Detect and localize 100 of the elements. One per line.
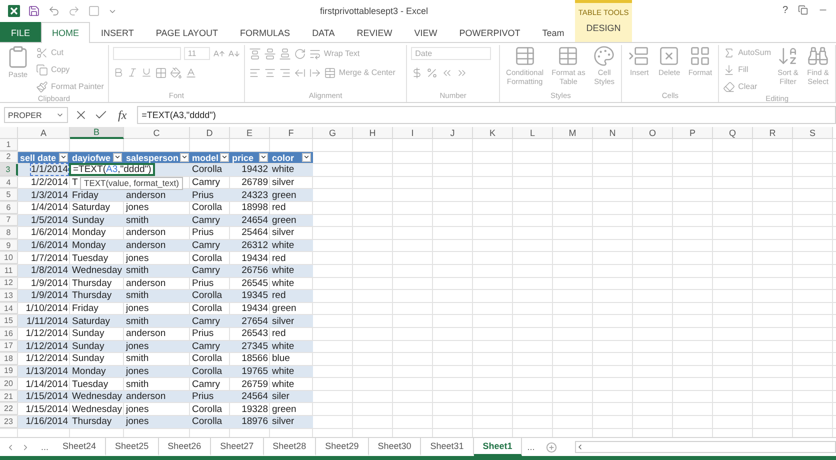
table-cell: Saturday bbox=[72, 316, 110, 327]
column-header[interactable]: R bbox=[753, 127, 793, 139]
column-header[interactable]: S bbox=[793, 127, 833, 139]
column-header[interactable]: G bbox=[313, 127, 353, 139]
row-header[interactable]: 14 bbox=[0, 302, 18, 314]
row-header[interactable]: 19 bbox=[0, 366, 18, 378]
table-cell: jones bbox=[126, 202, 149, 214]
ribbon-display-icon[interactable] bbox=[798, 5, 808, 15]
redo-icon[interactable] bbox=[68, 5, 80, 17]
filter-button[interactable] bbox=[302, 152, 311, 162]
column-header[interactable]: P bbox=[673, 127, 713, 139]
filter-button[interactable] bbox=[113, 152, 122, 162]
save-icon[interactable] bbox=[28, 5, 40, 17]
row-header[interactable]: 22 bbox=[0, 403, 18, 416]
table-cell: 24654 bbox=[242, 214, 268, 226]
column-header[interactable]: K bbox=[473, 127, 513, 139]
table-cell: Wednesday bbox=[72, 391, 122, 402]
filter-button[interactable] bbox=[259, 152, 268, 162]
row-header[interactable]: 12 bbox=[0, 278, 18, 290]
column-header[interactable]: A bbox=[18, 127, 70, 139]
row-header[interactable]: 11 bbox=[0, 264, 18, 277]
ribbon-tab[interactable]: Team bbox=[531, 22, 576, 42]
ribbon-tab[interactable]: DATA bbox=[301, 22, 346, 42]
table-cell: smith bbox=[126, 353, 149, 364]
help-button[interactable]: ? bbox=[782, 5, 788, 16]
column-header[interactable]: L bbox=[513, 127, 553, 139]
row-header[interactable]: 3 bbox=[0, 164, 18, 176]
row-header[interactable]: 7 bbox=[0, 214, 18, 226]
table-cell: 1/14/2014 bbox=[26, 378, 68, 390]
ribbon-tab[interactable]: FORMULAS bbox=[229, 22, 302, 42]
ribbon-tab[interactable]: HOME bbox=[41, 22, 90, 43]
column-header[interactable]: D bbox=[190, 127, 230, 139]
undo-icon[interactable] bbox=[48, 5, 60, 17]
select-all-button[interactable] bbox=[0, 127, 18, 139]
table-cell: anderson bbox=[126, 328, 166, 340]
row-header[interactable]: 5 bbox=[0, 189, 18, 201]
row-header[interactable]: 8 bbox=[0, 227, 18, 239]
table-cell: 27345 bbox=[242, 340, 268, 352]
ribbon-tab[interactable]: PAGE LAYOUT bbox=[144, 22, 230, 42]
row-header[interactable]: 18 bbox=[0, 353, 18, 365]
cancel-button[interactable] bbox=[74, 108, 88, 122]
filter-button[interactable] bbox=[180, 152, 189, 162]
row-header[interactable]: 23 bbox=[0, 416, 18, 428]
table-cell: 26756 bbox=[242, 265, 268, 276]
filter-button[interactable] bbox=[59, 152, 68, 162]
column-header[interactable]: E bbox=[230, 127, 270, 139]
column-header[interactable]: J bbox=[433, 127, 473, 139]
column-header[interactable]: M bbox=[553, 127, 593, 139]
row-header[interactable]: 2 bbox=[0, 152, 18, 164]
filter-button[interactable] bbox=[220, 152, 229, 162]
table-cell: jones bbox=[126, 303, 149, 314]
ribbon-tab[interactable]: DESIGN bbox=[575, 22, 632, 33]
row-header[interactable]: 21 bbox=[0, 390, 18, 402]
column-header[interactable]: C bbox=[124, 127, 190, 139]
ribbon-tab[interactable]: VIEW bbox=[403, 22, 448, 42]
row-header[interactable]: 4 bbox=[0, 176, 18, 188]
more-sheets-button[interactable]: ... bbox=[36, 438, 54, 456]
cell-editor[interactable]: =TEXT(A3,"dddd") bbox=[69, 163, 156, 176]
table-cell: smith bbox=[126, 214, 149, 226]
row-header[interactable]: 15 bbox=[0, 315, 18, 327]
ribbon-tab[interactable]: REVIEW bbox=[346, 22, 404, 42]
table-cell: green bbox=[272, 214, 296, 226]
column-header[interactable]: N bbox=[593, 127, 633, 139]
scroll-right-icon[interactable] bbox=[21, 442, 30, 452]
column-header[interactable]: I bbox=[393, 127, 433, 139]
row-header[interactable]: 13 bbox=[0, 290, 18, 302]
horizontal-scrollbar[interactable] bbox=[574, 441, 836, 453]
column-header[interactable]: H bbox=[353, 127, 393, 139]
insert-function-button[interactable]: fx bbox=[114, 108, 131, 122]
binoculars-icon bbox=[807, 45, 829, 67]
more-sheets-button[interactable]: ... bbox=[522, 438, 540, 456]
name-box[interactable]: PROPER bbox=[4, 107, 68, 123]
table-cell: white bbox=[272, 340, 294, 352]
table-cell: 19432 bbox=[242, 164, 268, 176]
add-sheet-icon[interactable] bbox=[546, 442, 557, 452]
row-header[interactable]: 9 bbox=[0, 240, 18, 252]
row-header[interactable]: 10 bbox=[0, 252, 18, 264]
table-cell: 1/6/2014 bbox=[31, 240, 68, 252]
file-tab[interactable]: FILE bbox=[0, 22, 42, 42]
table-cell: 1/8/2014 bbox=[31, 265, 68, 276]
formula-field[interactable]: =TEXT(A3,"dddd") bbox=[136, 106, 836, 124]
column-header[interactable]: F bbox=[270, 127, 313, 139]
table-cell: Camry bbox=[192, 177, 220, 188]
row-header[interactable]: 16 bbox=[0, 328, 18, 340]
scroll-left-icon[interactable] bbox=[6, 442, 15, 452]
column-header[interactable]: O bbox=[633, 127, 673, 139]
row-header[interactable]: 6 bbox=[0, 202, 18, 214]
caret-icon bbox=[56, 111, 64, 119]
row-header[interactable]: 17 bbox=[0, 340, 18, 352]
ribbon-tab[interactable]: POWERPIVOT bbox=[448, 22, 532, 42]
paint-bucket-icon bbox=[170, 66, 182, 78]
table-cell: Wednesday bbox=[72, 404, 122, 415]
row-header[interactable]: 20 bbox=[0, 378, 18, 390]
column-header[interactable]: B bbox=[70, 127, 124, 139]
table-cell: T bbox=[72, 177, 78, 188]
column-header[interactable]: Q bbox=[713, 127, 753, 139]
sheet-tab[interactable]: Sheet1 bbox=[474, 438, 522, 456]
table-cell: siler bbox=[272, 391, 290, 402]
ribbon-tab[interactable]: INSERT bbox=[90, 22, 145, 42]
row-header[interactable]: 1 bbox=[0, 139, 18, 151]
